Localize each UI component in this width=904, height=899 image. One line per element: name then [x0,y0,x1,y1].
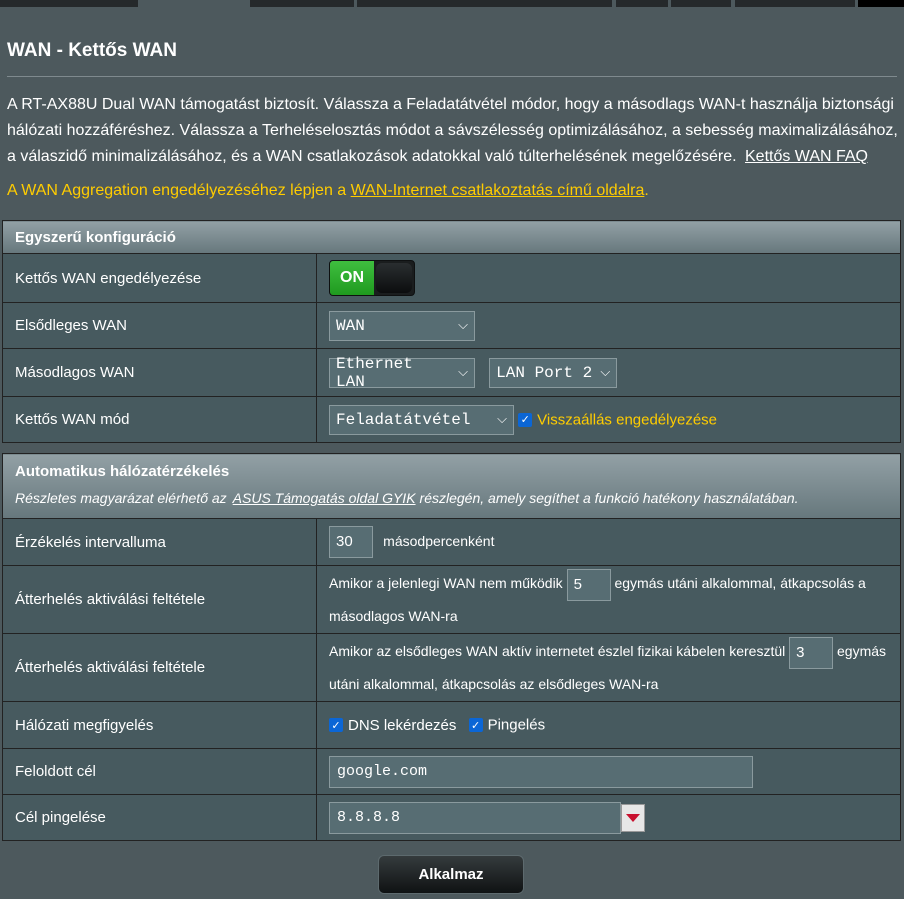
top-tab[interactable] [671,0,731,7]
secondary-wan-value: Ethernet LAN [336,354,413,391]
dns-label: DNS lekérdezés [348,716,457,734]
fallback-label: Visszaállás engedélyezése [537,411,718,428]
dualwan-toggle[interactable]: ON [329,260,415,296]
enable-dualwan-label: Kettős WAN engedélyezése [2,253,317,303]
secondary-port-select[interactable]: LAN Port 2 ⌵ [489,357,618,388]
dualwan-mode-value: Feladatátvétel [336,410,471,429]
chevron-down-icon: ⌵ [458,365,468,380]
dropdown-arrow-icon[interactable] [621,803,645,832]
resolve-target-input[interactable]: google.com [329,755,753,788]
toggle-knob [376,263,412,293]
top-tab[interactable] [616,0,668,7]
subtitle-suffix: részlegén, amely segíthet a funkció haté… [419,490,799,506]
chevron-down-icon: ⌵ [600,365,611,380]
interval-label: Érzékelés intervalluma [2,518,317,566]
notice-prefix: A WAN Aggregation engedélyezéséhez lépje… [7,182,351,199]
ping-label: Pingelés [487,716,546,734]
asus-support-link[interactable]: ASUS Támogatás oldal GYIK [233,490,416,506]
secondary-wan-select[interactable]: Ethernet LAN ⌵ [329,354,475,391]
resolve-target-label: Feloldott cél [2,748,317,795]
basic-config-header: Egyszerű konfiguráció [2,220,901,254]
aggregation-notice: A WAN Aggregation engedélyezéséhez lépje… [7,182,649,200]
primary-wan-value: WAN [336,316,365,335]
toggle-on-label: ON [330,261,374,295]
ping-target-label: Cél pingelése [2,794,317,841]
interval-input[interactable]: 30 [329,526,373,559]
dns-checkbox[interactable]: ✓ [329,718,343,733]
page-title: WAN - Kettős WAN [7,40,177,61]
primary-wan-label: Elsődleges WAN [2,302,317,349]
detection-title: Automatikus hálózatérzékelés [15,463,230,480]
ping-checkbox[interactable]: ✓ [468,718,483,733]
top-tab[interactable] [250,0,354,7]
top-tab[interactable] [735,0,855,7]
failover-label: Átterhelés aktiválási feltétele [2,565,317,634]
failback-count-input[interactable]: 3 [789,636,834,669]
secondary-port-value: LAN Port 2 [496,363,593,382]
failover-count-input[interactable]: 5 [566,568,611,601]
ping-target-input[interactable]: 8.8.8.8 [329,801,621,834]
dualwan-mode-select[interactable]: Feladatátvétel ⌵ [329,404,514,435]
monitor-label: Hálózati megfigyelés [2,701,317,749]
top-tab[interactable] [357,0,612,7]
failback-text-1: Amikor az elsődleges WAN aktív internete… [329,643,786,660]
apply-button[interactable]: Alkalmaz [378,855,524,894]
primary-wan-select[interactable]: WAN ⌵ [329,310,475,341]
top-tab-bar [0,0,904,8]
secondary-wan-label: Másodlagos WAN [2,348,317,397]
top-tab[interactable] [0,0,138,7]
detection-header: Automatikus hálózatérzékelés Részletes m… [2,453,901,519]
interval-unit: másodpercenként [383,532,495,549]
dualwan-mode-label: Kettős WAN mód [2,396,317,443]
faq-link[interactable]: Kettős WAN FAQ [745,148,868,165]
detection-table: Automatikus hálózatérzékelés Részletes m… [2,453,901,841]
detection-subtitle: Részletes magyarázat elérhető az ASUS Tám… [15,480,888,506]
chevron-down-icon: ⌵ [497,412,507,427]
chevron-down-icon: ⌵ [458,318,468,333]
failover-text-1: Amikor a jelenlegi WAN nem működik [329,575,563,592]
top-tab[interactable] [858,0,904,7]
subtitle-prefix: Részletes magyarázat elérhető az [15,490,227,506]
wan-internet-link[interactable]: WAN-Internet csatlakoztatás című oldalra [351,182,645,199]
title-divider [7,76,897,77]
basic-config-table: Egyszerű konfiguráció Kettős WAN engedél… [2,220,901,443]
fallback-checkbox[interactable]: ✓ [518,412,533,427]
notice-suffix: . [644,182,649,199]
failback-label: Átterhelés aktiválási feltétele [2,633,317,702]
page-description: A RT-AX88U Dual WAN támogatást biztosít.… [7,92,899,170]
